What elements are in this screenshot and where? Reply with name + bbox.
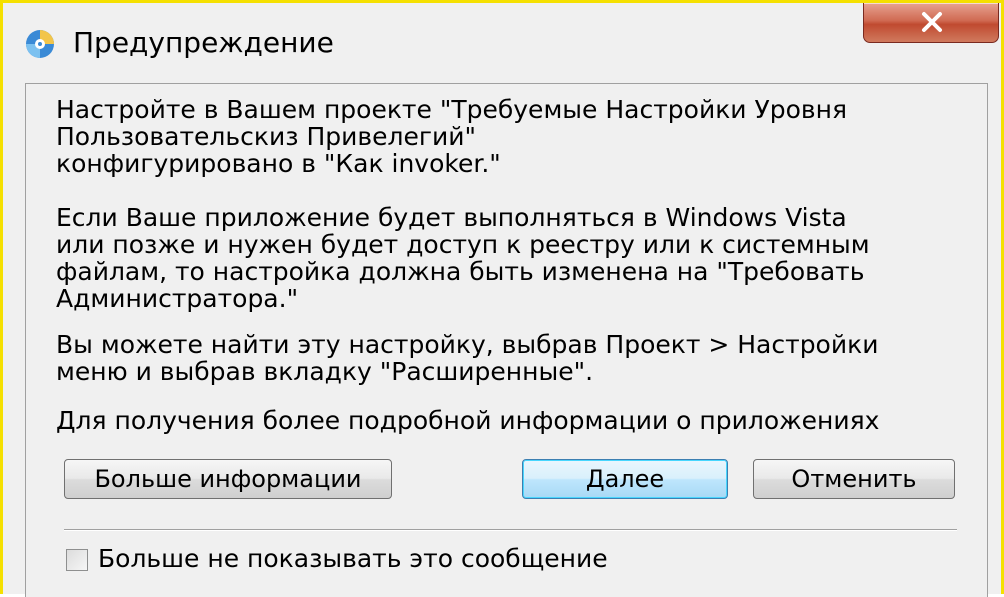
close-button[interactable]	[863, 3, 999, 43]
message-paragraph-3: Вы можете найти эту настройку, выбрав Пр…	[56, 330, 879, 386]
dialog-window: Предупреждение Настройте в Вашем проекте…	[0, 0, 1004, 597]
dont-show-again-label[interactable]: Больше не показывать это сообщение	[98, 542, 608, 576]
next-button[interactable]: Далее	[522, 459, 728, 499]
app-disc-icon	[25, 29, 55, 59]
cancel-button[interactable]: Отменить	[753, 459, 955, 499]
more-info-button[interactable]: Больше информации	[64, 459, 392, 499]
dialog-title: Предупреждение	[73, 26, 334, 59]
close-icon	[922, 12, 942, 32]
dont-show-again-checkbox[interactable]	[66, 549, 88, 571]
message-paragraph-2: Если Ваше приложение будет выполняться в…	[56, 203, 870, 313]
title-bar[interactable]: Предупреждение	[3, 3, 1001, 83]
message-paragraph-4: Для получения более подробной информации…	[56, 406, 880, 435]
message-paragraph-1: Настройте в Вашем проекте "Требуемые Нас…	[56, 95, 848, 178]
separator	[64, 529, 957, 531]
dialog-content: Настройте в Вашем проекте "Требуемые Нас…	[25, 83, 988, 597]
